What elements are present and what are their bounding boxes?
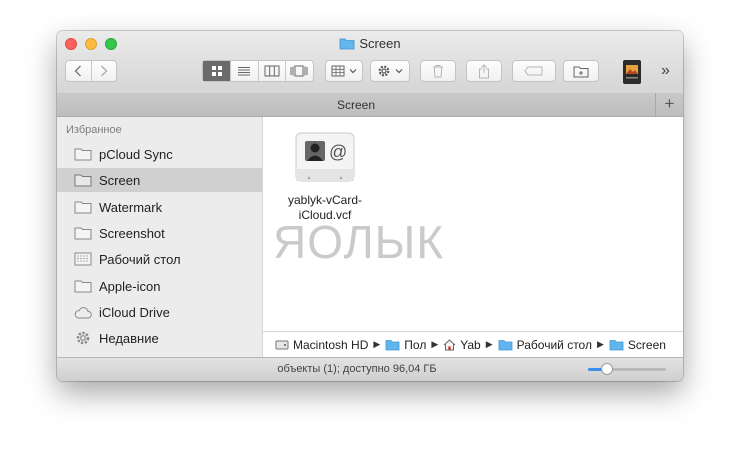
home-icon [443,338,456,351]
svg-text:@: @ [329,142,347,162]
list-icon [238,66,251,75]
share-button[interactable] [466,60,502,82]
folder-icon [73,172,93,188]
chevron-right-icon: ▶ [373,339,381,349]
toolbar-overflow-button[interactable]: » [661,62,670,80]
titlebar: Screen » [57,31,683,94]
status-bar: объекты (1); доступно 96,04 ГБ [57,357,683,381]
desktop-icon [73,251,93,267]
path-item-label: Пол [404,337,427,352]
path-item-label: Рабочий стол [516,337,592,352]
back-button[interactable] [66,61,91,81]
sidebar-item-apple-icon[interactable]: Apple-icon [57,274,262,298]
status-text: объекты (1); доступно 96,04 ГБ [277,363,437,375]
finder-window: Screen » Screen + Избранное pCloud Sync … [57,31,683,381]
folder-icon [609,339,624,351]
sidebar-item-watermark[interactable]: Watermark [57,195,262,219]
new-folder-button[interactable] [563,60,599,82]
tags-button[interactable] [512,60,556,82]
chevron-left-icon [75,65,82,77]
path-item-label: Yab [460,337,481,352]
path-item-label: Screen [627,337,666,352]
new-folder-icon [573,66,589,77]
arrange-grid-icon [331,65,345,77]
path-bar: Macintosh HD ▶ Пол ▶ Yab ▶ Рабочий стол … [263,331,683,357]
delete-button[interactable] [420,60,456,82]
icon-size-slider[interactable] [588,363,666,375]
sidebar-header-favorites: Избранное [66,124,122,136]
nav-buttons [65,60,117,82]
view-icons-button[interactable] [203,61,231,81]
sidebar-item-recents[interactable]: Недавние [57,326,262,350]
path-item-screen[interactable]: Screen [609,338,666,352]
folder-icon [73,199,93,215]
sidebar-item-label: pCloud Sync [99,146,173,162]
slider-knob[interactable] [600,363,613,375]
window-title: Screen [57,36,683,53]
sidebar-item-screenshot[interactable]: Screenshot [57,221,262,245]
tab-screen[interactable]: Screen [57,98,655,112]
path-item-label: Macintosh HD [293,337,369,352]
path-item-desktop[interactable]: Рабочий стол [498,338,592,352]
folder-icon [339,37,355,53]
view-list-button[interactable] [230,61,257,81]
window-title-text: Screen [359,36,401,51]
coverflow-icon [290,65,308,77]
arrange-button[interactable] [325,60,363,82]
path-item-home[interactable]: Yab [443,337,481,352]
folder-icon [498,339,513,351]
trash-icon [433,65,443,78]
tab-bar: Screen + [57,93,683,117]
file-area: @ yablyk-vCard-iCloud.vcf ЯОЛЫК [263,117,683,331]
view-coverflow-button[interactable] [284,61,313,81]
sidebar-item-label: iCloud Drive [99,304,170,320]
chevron-right-icon: ▶ [431,339,439,349]
new-tab-button[interactable]: + [655,93,683,116]
watermark-logo: ЯОЛЫК [273,216,445,268]
sidebar-item-label: Watermark [99,199,163,215]
sidebar-item-screen[interactable]: Screen [57,168,262,192]
action-button[interactable] [370,60,410,82]
grid-icon [211,66,222,76]
forward-button[interactable] [90,61,116,81]
gear-icon [378,65,390,77]
chevron-right-icon: ▶ [485,339,493,349]
sidebar-item-pcloud-sync[interactable]: pCloud Sync [57,142,262,166]
sidebar: Избранное pCloud Sync Screen Watermark S… [57,117,263,357]
view-columns-button[interactable] [257,61,285,81]
sidebar-item-label: Screenshot [99,225,165,241]
path-item-macintosh-hd[interactable]: Macintosh HD [275,338,368,352]
app-icon [623,60,641,84]
share-icon [479,63,489,78]
folder-icon [73,278,93,294]
folder-icon [73,146,93,162]
tag-icon [524,66,543,76]
cloud-icon [73,304,93,320]
chevron-right-icon: ▶ [596,339,604,349]
chevron-down-icon [349,69,357,74]
columns-icon [264,65,280,77]
sidebar-item-label: Apple-icon [99,278,161,294]
sidebar-item-desktop[interactable]: Рабочий стол [57,247,262,271]
folder-icon [73,225,93,241]
view-mode-control [202,60,314,82]
hd-icon [275,339,289,351]
file-item[interactable]: @ yablyk-vCard-iCloud.vcf [277,131,373,223]
sidebar-item-label: Screen [99,172,141,188]
sidebar-item-label: Рабочий стол [99,251,181,267]
chevron-down-icon [395,69,403,74]
sidebar-item-icloud-drive[interactable]: iCloud Drive [57,300,262,324]
vcard-icon: @ [295,131,355,185]
sidebar-item-label: Недавние [99,330,159,346]
gear-icon [73,330,93,346]
chevron-right-icon [101,65,108,77]
path-item-users[interactable]: Пол [385,338,426,352]
app-shortcut-button[interactable] [622,59,642,85]
folder-icon [385,339,400,351]
